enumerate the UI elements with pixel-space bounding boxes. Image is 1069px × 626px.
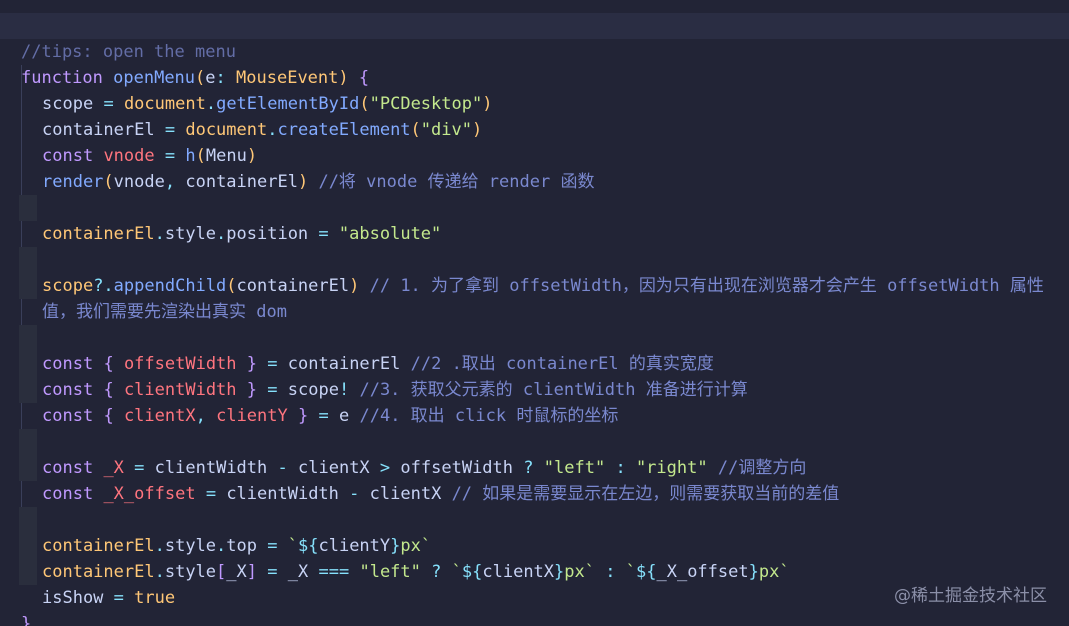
comment: //tips: open the menu — [21, 42, 236, 62]
statement: containerEl.style[_X] = _X === "left" ? … — [42, 562, 790, 582]
watermark: @稀土掘金技术社区 — [894, 586, 1047, 606]
type-name: MouseEvent — [236, 68, 339, 88]
code-line-5: const vnode = h(Menu) — [0, 117, 257, 166]
statement: const _X = clientWidth - clientX > offse… — [42, 458, 807, 478]
statement: render(vnode, containerEl) //将 vnode 传递给… — [42, 172, 595, 192]
statement: containerEl = document.createElement("di… — [42, 120, 483, 140]
code-line-19: containerEl.style.top = `${clientY}px` — [0, 507, 431, 556]
statement: const { offsetWidth } = containerEl //2 … — [42, 354, 714, 374]
statement: const _X_offset = clientWidth - clientX … — [42, 484, 840, 504]
code-line-1: //tips: open the menu — [0, 13, 236, 62]
code-line-14: const { clientX, clientY } = e //4. 取出 c… — [0, 377, 618, 426]
statement: const { clientWidth } = scope! //3. 获取父元… — [42, 380, 748, 400]
code-line-10-wrap: 值，我们需要先渲染出真实 dom — [0, 273, 287, 322]
statement: scope = document.getElementById("PCDeskt… — [42, 94, 493, 114]
comment-wrap: 值，我们需要先渲染出真实 dom — [42, 302, 287, 322]
code-line-21: isShow = true — [0, 559, 175, 608]
statement: containerEl.style.position = "absolute" — [42, 224, 442, 244]
code-line-6: render(vnode, containerEl) //将 vnode 传递给… — [0, 143, 594, 192]
code-line-8: containerEl.style.position = "absolute" — [0, 195, 441, 244]
code-line-16: const _X = clientWidth - clientX > offse… — [0, 429, 806, 478]
code-line-22: } — [0, 585, 41, 626]
code-line-12: const { offsetWidth } = containerEl //2 … — [0, 325, 714, 374]
statement: scope?.appendChild(containerEl) // 1. 为了… — [42, 276, 1044, 296]
brace-close: } — [21, 614, 32, 626]
current-line-highlight — [0, 13, 1069, 39]
brace-open: { — [358, 68, 370, 88]
colon: : — [215, 68, 226, 88]
code-line-10: scope?.appendChild(containerEl) // 1. 为了… — [0, 247, 1044, 296]
statement: isShow = true — [42, 588, 176, 608]
code-line-3: scope = document.getElementById("PCDeskt… — [0, 65, 492, 114]
code-line-4: containerEl = document.createElement("di… — [0, 91, 482, 140]
code-editor[interactable]: //tips: open the menu function openMenu(… — [0, 0, 1069, 626]
statement: containerEl.style.top = `${clientY}px` — [42, 536, 432, 556]
statement: const vnode = h(Menu) — [42, 146, 258, 166]
param: e — [205, 68, 216, 88]
statement: const { clientX, clientY } = e //4. 取出 c… — [42, 406, 619, 426]
code-line-20: containerEl.style[_X] = _X === "left" ? … — [0, 533, 790, 582]
function-signature: function openMenu(e: MouseEvent) { — [21, 65, 369, 91]
code-line-17: const _X_offset = clientWidth - clientX … — [0, 455, 839, 504]
paren: ( — [195, 68, 206, 88]
paren: ) — [338, 68, 349, 88]
code-line-2: function openMenu(e: MouseEvent) { — [0, 39, 369, 88]
function-name: openMenu — [113, 68, 196, 88]
code-line-13: const { clientWidth } = scope! //3. 获取父元… — [0, 351, 748, 400]
